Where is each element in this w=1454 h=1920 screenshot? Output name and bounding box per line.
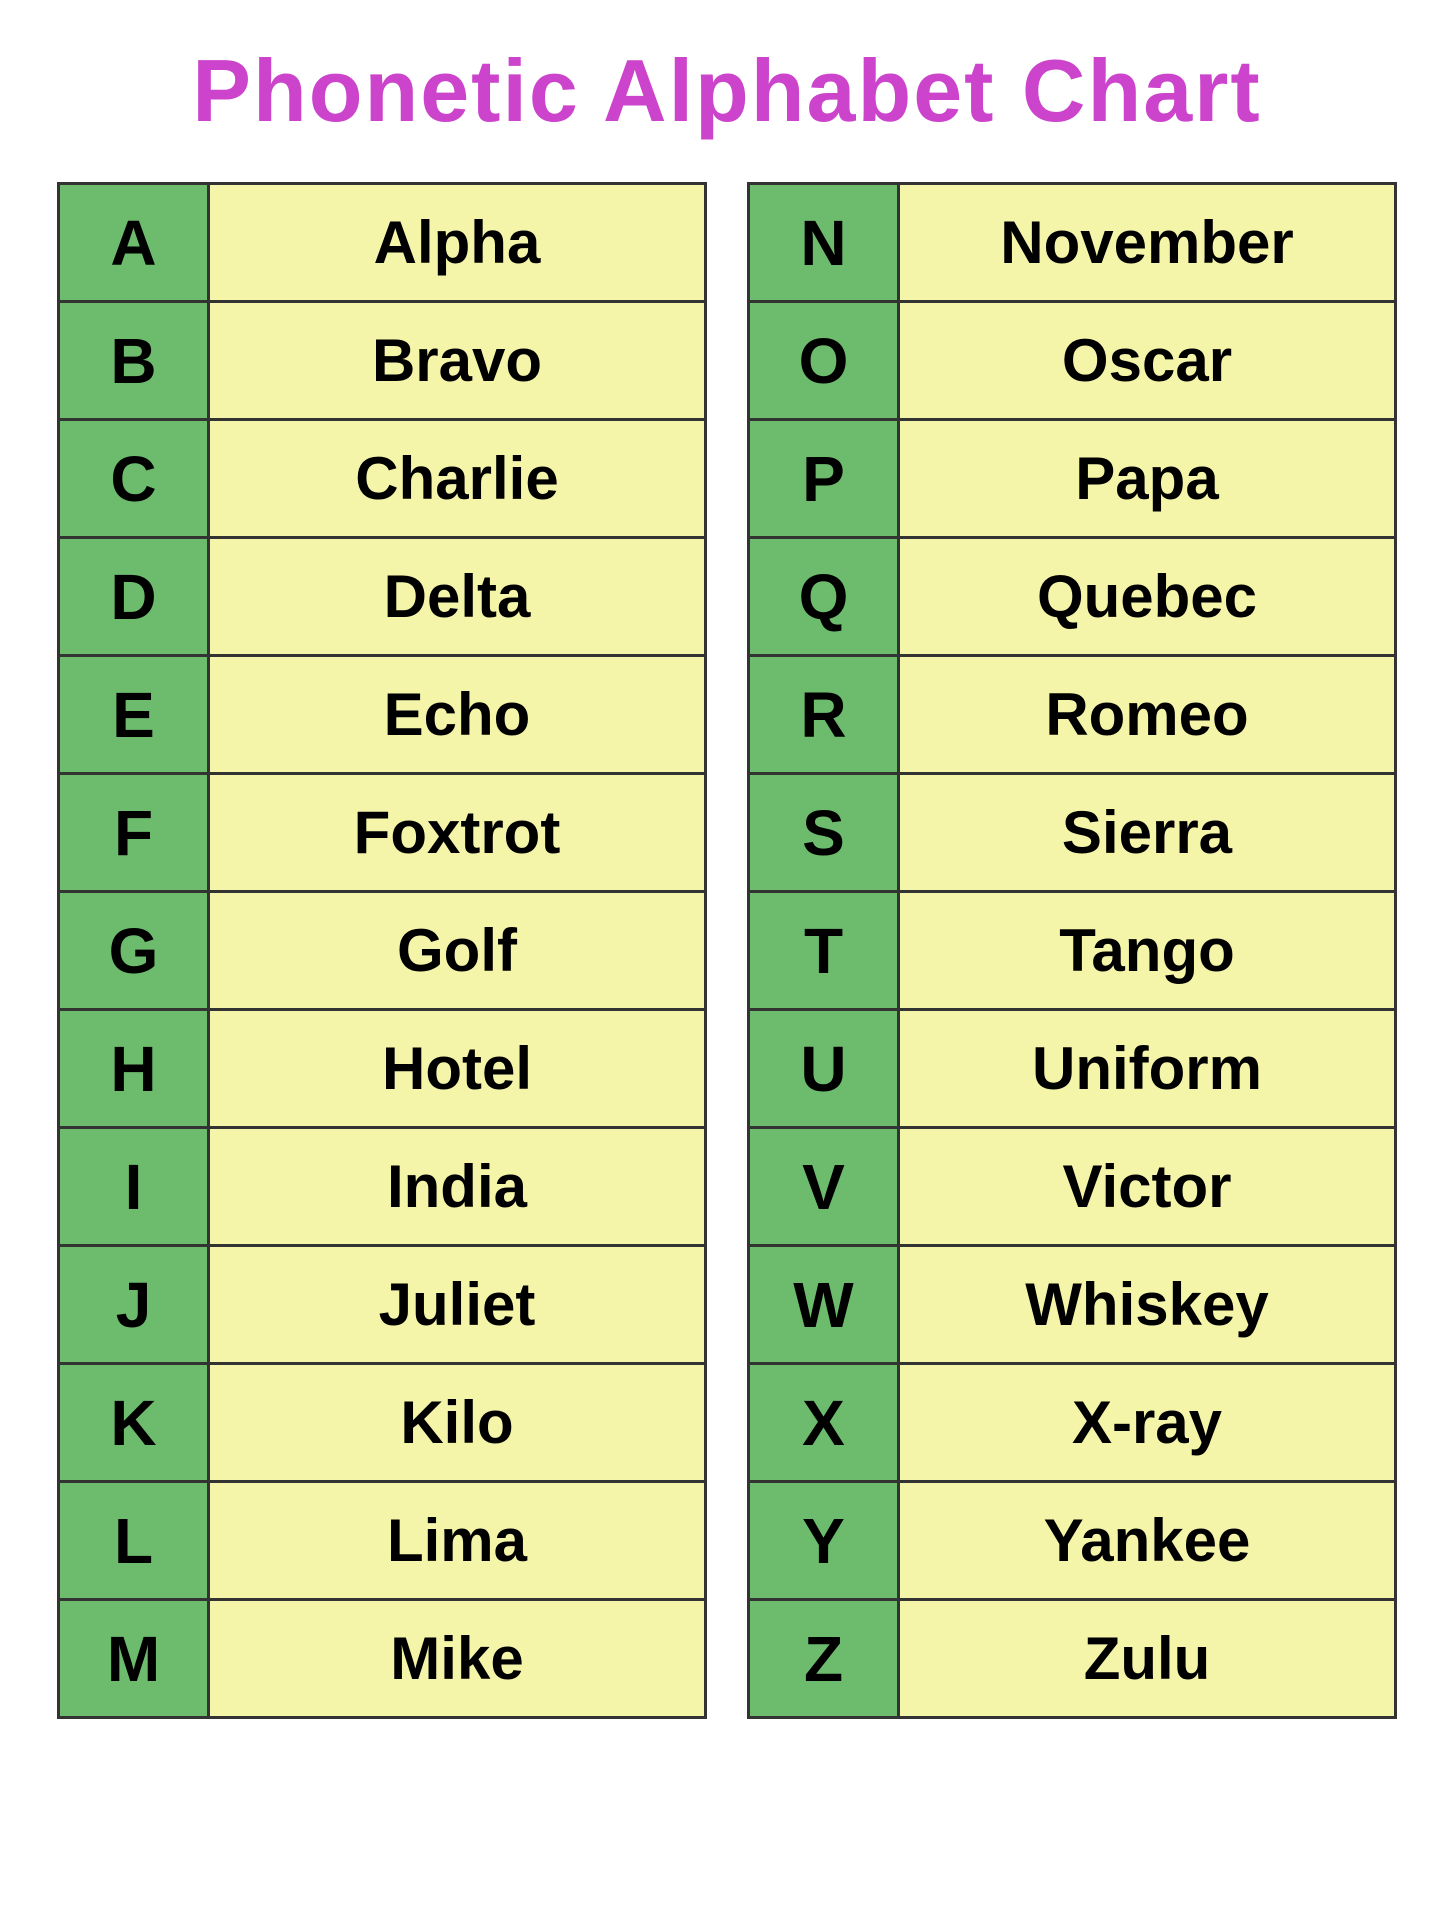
word-cell: Sierra xyxy=(899,774,1396,892)
table-row: JJuliet xyxy=(59,1246,706,1364)
right-table: NNovemberOOscarPPapaQQuebecRRomeoSSierra… xyxy=(747,182,1397,1719)
word-cell: Papa xyxy=(899,420,1396,538)
word-cell: Yankee xyxy=(899,1482,1396,1600)
word-cell: Delta xyxy=(209,538,706,656)
letter-cell: J xyxy=(59,1246,209,1364)
word-cell: Kilo xyxy=(209,1364,706,1482)
word-cell: Victor xyxy=(899,1128,1396,1246)
letter-cell: K xyxy=(59,1364,209,1482)
word-cell: Tango xyxy=(899,892,1396,1010)
letter-cell: W xyxy=(749,1246,899,1364)
letter-cell: O xyxy=(749,302,899,420)
letter-cell: T xyxy=(749,892,899,1010)
table-row: PPapa xyxy=(749,420,1396,538)
table-row: FFoxtrot xyxy=(59,774,706,892)
letter-cell: R xyxy=(749,656,899,774)
word-cell: Romeo xyxy=(899,656,1396,774)
letter-cell: I xyxy=(59,1128,209,1246)
letter-cell: V xyxy=(749,1128,899,1246)
table-row: VVictor xyxy=(749,1128,1396,1246)
word-cell: Whiskey xyxy=(899,1246,1396,1364)
letter-cell: M xyxy=(59,1600,209,1718)
letter-cell: P xyxy=(749,420,899,538)
left-table: AAlphaBBravoCCharlieDDeltaEEchoFFoxtrotG… xyxy=(57,182,707,1719)
word-cell: Alpha xyxy=(209,184,706,302)
table-row: RRomeo xyxy=(749,656,1396,774)
letter-cell: F xyxy=(59,774,209,892)
letter-cell: Z xyxy=(749,1600,899,1718)
letter-cell: Q xyxy=(749,538,899,656)
table-row: TTango xyxy=(749,892,1396,1010)
table-row: MMike xyxy=(59,1600,706,1718)
page: Phonetic Alphabet Chart AAlphaBBravoCCha… xyxy=(0,0,1454,1920)
table-row: UUniform xyxy=(749,1010,1396,1128)
letter-cell: C xyxy=(59,420,209,538)
table-row: XX-ray xyxy=(749,1364,1396,1482)
letter-cell: G xyxy=(59,892,209,1010)
word-cell: India xyxy=(209,1128,706,1246)
word-cell: November xyxy=(899,184,1396,302)
table-row: YYankee xyxy=(749,1482,1396,1600)
letter-cell: B xyxy=(59,302,209,420)
table-row: DDelta xyxy=(59,538,706,656)
table-row: BBravo xyxy=(59,302,706,420)
table-row: LLima xyxy=(59,1482,706,1600)
letter-cell: N xyxy=(749,184,899,302)
table-row: SSierra xyxy=(749,774,1396,892)
table-row: CCharlie xyxy=(59,420,706,538)
letter-cell: X xyxy=(749,1364,899,1482)
letter-cell: H xyxy=(59,1010,209,1128)
word-cell: Lima xyxy=(209,1482,706,1600)
table-row: KKilo xyxy=(59,1364,706,1482)
table-row: NNovember xyxy=(749,184,1396,302)
letter-cell: L xyxy=(59,1482,209,1600)
word-cell: Charlie xyxy=(209,420,706,538)
page-title: Phonetic Alphabet Chart xyxy=(192,40,1261,142)
letter-cell: U xyxy=(749,1010,899,1128)
word-cell: Juliet xyxy=(209,1246,706,1364)
table-row: QQuebec xyxy=(749,538,1396,656)
word-cell: Hotel xyxy=(209,1010,706,1128)
word-cell: Quebec xyxy=(899,538,1396,656)
table-row: GGolf xyxy=(59,892,706,1010)
letter-cell: S xyxy=(749,774,899,892)
word-cell: Foxtrot xyxy=(209,774,706,892)
word-cell: Echo xyxy=(209,656,706,774)
word-cell: Mike xyxy=(209,1600,706,1718)
table-row: OOscar xyxy=(749,302,1396,420)
table-row: HHotel xyxy=(59,1010,706,1128)
word-cell: X-ray xyxy=(899,1364,1396,1482)
word-cell: Golf xyxy=(209,892,706,1010)
letter-cell: E xyxy=(59,656,209,774)
letter-cell: D xyxy=(59,538,209,656)
table-row: AAlpha xyxy=(59,184,706,302)
table-row: ZZulu xyxy=(749,1600,1396,1718)
word-cell: Oscar xyxy=(899,302,1396,420)
letter-cell: Y xyxy=(749,1482,899,1600)
word-cell: Uniform xyxy=(899,1010,1396,1128)
word-cell: Bravo xyxy=(209,302,706,420)
table-row: IIndia xyxy=(59,1128,706,1246)
word-cell: Zulu xyxy=(899,1600,1396,1718)
table-row: EEcho xyxy=(59,656,706,774)
table-row: WWhiskey xyxy=(749,1246,1396,1364)
tables-container: AAlphaBBravoCCharlieDDeltaEEchoFFoxtrotG… xyxy=(50,182,1404,1719)
letter-cell: A xyxy=(59,184,209,302)
